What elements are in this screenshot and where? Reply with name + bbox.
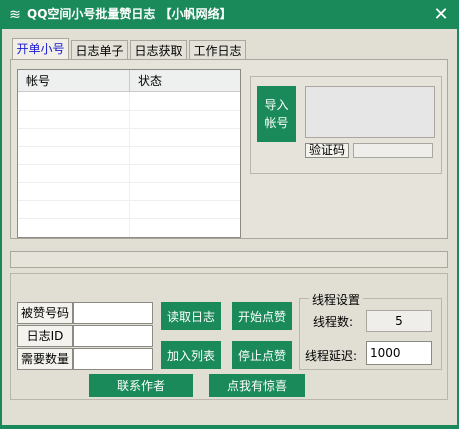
surprise-button[interactable]: 点我有惊喜 — [209, 374, 305, 397]
captcha-image — [305, 86, 435, 138]
captcha-label: 验证码 — [305, 143, 349, 158]
title-bar: ≋ QQ空间小号批量赞日志 【小帆网络】 ✕ — [0, 0, 459, 29]
thread-settings-title: 线程设置 — [309, 291, 364, 308]
stop-like-button[interactable]: 停止点赞 — [232, 341, 292, 369]
liked-qq-input[interactable] — [73, 302, 153, 324]
app-logo-icon: ≋ — [9, 7, 21, 23]
log-id-label: 日志ID — [17, 325, 73, 347]
log-id-input[interactable] — [73, 325, 153, 347]
read-log-button[interactable]: 读取日志 — [161, 302, 221, 330]
add-to-list-button[interactable]: 加入列表 — [161, 341, 221, 369]
row-divider — [18, 128, 240, 129]
progress-bar — [10, 251, 448, 268]
window-title: QQ空间小号批量赞日志 【小帆网络】 — [27, 7, 232, 21]
tab-work-log[interactable]: 工作日志 — [189, 40, 246, 60]
import-accounts-button[interactable]: 导入 帐号 — [257, 86, 296, 142]
quantity-label: 需要数量 — [17, 348, 73, 370]
row-divider — [18, 182, 240, 183]
column-header-account[interactable]: 帐号 — [18, 70, 129, 92]
row-divider — [18, 200, 240, 201]
row-divider — [18, 146, 240, 147]
contact-author-button[interactable]: 联系作者 — [89, 374, 193, 397]
thread-count-value[interactable]: 5 — [366, 310, 432, 332]
captcha-input[interactable] — [353, 143, 433, 158]
tab-log-orders[interactable]: 日志单子 — [71, 40, 128, 60]
start-like-button[interactable]: 开始点赞 — [232, 302, 292, 330]
account-table[interactable]: 帐号 状态 — [17, 69, 241, 238]
quantity-input[interactable] — [73, 348, 153, 370]
row-divider — [18, 110, 240, 111]
thread-count-label: 线程数: — [313, 315, 354, 329]
thread-delay-input[interactable]: 1000 — [366, 341, 432, 365]
column-header-status[interactable]: 状态 — [129, 70, 240, 92]
thread-delay-label: 线程延迟: — [305, 349, 358, 363]
row-divider — [18, 218, 240, 219]
close-button[interactable]: ✕ — [430, 4, 452, 26]
row-divider — [18, 164, 240, 165]
tab-open-accounts[interactable]: 开单小号 — [12, 38, 69, 60]
tab-log-fetch[interactable]: 日志获取 — [130, 40, 187, 60]
liked-qq-label: 被赞号码 — [17, 302, 73, 324]
